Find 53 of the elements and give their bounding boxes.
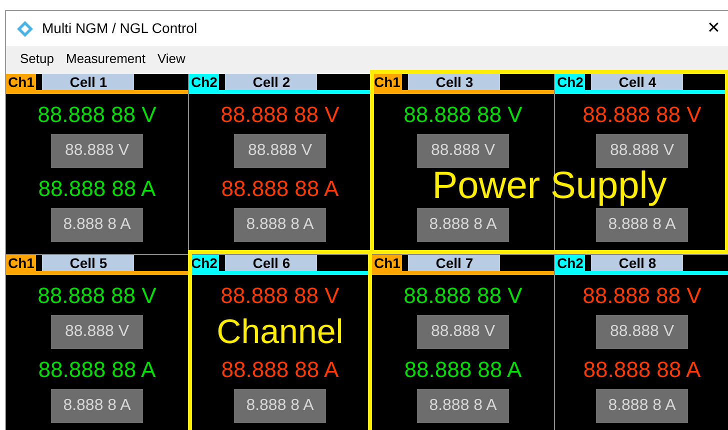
menu-item[interactable]: View <box>155 49 188 69</box>
voltage-reading: 88.888 88 V <box>582 102 702 128</box>
channel-tag: Ch1 <box>6 255 36 271</box>
current-setpoint[interactable]: 8.888 8 A <box>51 208 143 242</box>
current-setpoint[interactable]: 8.888 8 A <box>234 389 326 423</box>
cell-name[interactable]: Cell 2 <box>225 74 318 90</box>
current-reading: 88.888 88 A <box>404 357 522 383</box>
channel-tag: Ch1 <box>6 74 36 90</box>
annotation-label: Channel <box>216 315 344 349</box>
cell-name[interactable]: Cell 3 <box>408 74 500 90</box>
current-reading: 88.888 88 A <box>221 176 339 202</box>
voltage-setpoint[interactable]: 88.888 V <box>596 315 688 349</box>
voltage-reading: 88.888 88 V <box>582 283 702 309</box>
window-title: Multi NGM / NGL Control <box>42 19 198 38</box>
current-reading: 88.888 88 A <box>38 357 156 383</box>
close-button[interactable]: ✕ <box>705 16 722 40</box>
voltage-setpoint[interactable]: 88.888 V <box>417 315 509 349</box>
menu-item[interactable]: Setup <box>18 49 56 69</box>
current-reading: 88.888 88 A <box>38 176 156 202</box>
voltage-setpoint[interactable]: 88.888 V <box>51 315 143 349</box>
channel-tag: Ch1 <box>372 255 402 271</box>
current-reading: 88.888 88 A <box>583 357 701 383</box>
cell-name[interactable]: Cell 7 <box>408 255 500 271</box>
voltage-reading: 88.888 88 V <box>404 283 522 309</box>
current-setpoint[interactable]: 8.888 8 A <box>596 208 688 242</box>
cell-name[interactable]: Cell 6 <box>225 255 318 271</box>
voltage-setpoint[interactable]: 88.888 V <box>234 134 326 168</box>
channel-tag: Ch2 <box>189 255 220 271</box>
current-setpoint[interactable]: 8.888 8 A <box>417 389 509 423</box>
voltage-reading: 88.888 88 V <box>38 102 156 128</box>
current-setpoint[interactable]: 8.888 8 A <box>234 208 326 242</box>
voltage-reading: 88.888 88 V <box>220 102 340 128</box>
channel-tag: Ch2 <box>555 74 586 90</box>
current-reading: 88.888 88 A <box>221 357 339 383</box>
cell-name[interactable]: Cell 1 <box>42 74 134 90</box>
current-setpoint[interactable]: 8.888 8 A <box>51 389 143 423</box>
cell-name[interactable]: Cell 5 <box>42 255 134 271</box>
cell-name[interactable]: Cell 8 <box>591 255 684 271</box>
menu-item[interactable]: Measurement <box>64 49 148 69</box>
diamond-logo-icon <box>16 20 34 38</box>
annotation-label: Power Supply <box>432 167 667 205</box>
current-setpoint[interactable]: 8.888 8 A <box>596 389 688 423</box>
cell-name[interactable]: Cell 4 <box>591 74 684 90</box>
voltage-setpoint[interactable]: 88.888 V <box>417 134 509 168</box>
voltage-setpoint[interactable]: 88.888 V <box>596 134 688 168</box>
current-setpoint[interactable]: 8.888 8 A <box>417 208 509 242</box>
channel-tag: Ch1 <box>372 74 402 90</box>
voltage-setpoint[interactable]: 88.888 V <box>51 134 143 168</box>
voltage-reading: 88.888 88 V <box>220 283 340 309</box>
voltage-reading: 88.888 88 V <box>404 102 522 128</box>
channel-tag: Ch2 <box>189 74 220 90</box>
channel-tag: Ch2 <box>555 255 586 271</box>
voltage-reading: 88.888 88 V <box>38 283 156 309</box>
